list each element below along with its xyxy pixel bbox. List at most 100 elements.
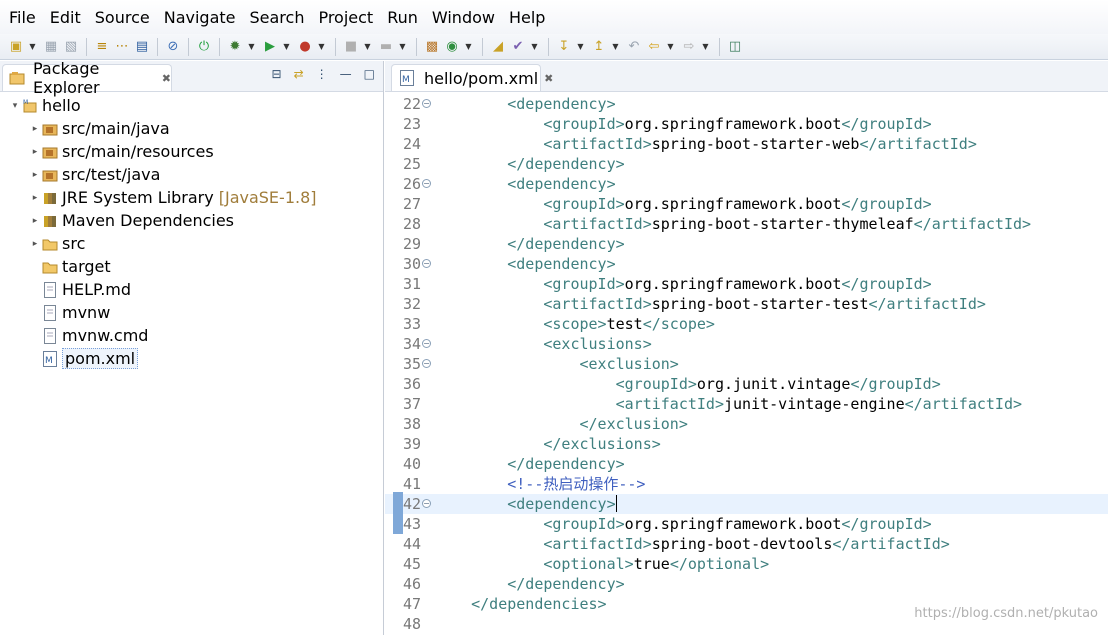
code-line: 31 <groupId>org.springframework.boot</gr… <box>385 274 1108 294</box>
menu-navigate[interactable]: Navigate <box>157 8 243 27</box>
open-task-icon[interactable]: ⋯ <box>114 39 130 55</box>
link-with-editor-icon[interactable]: ⇄ <box>294 67 304 81</box>
save-icon[interactable]: ▦ <box>43 39 59 55</box>
next-annotation-icon[interactable]: ↧ <box>556 39 572 55</box>
run-icon[interactable]: ▶ <box>262 39 278 55</box>
tree-item-label: mvnw <box>62 303 111 322</box>
line-number: 23 <box>402 115 421 133</box>
open-perspective-icon[interactable]: ◫ <box>727 39 743 55</box>
minimize-icon[interactable]: — <box>340 67 352 81</box>
search-icon[interactable]: ✔ <box>510 39 526 55</box>
package-explorer-panel: Package Explorer ✖ ⊟ ⇄ ⋮ — □ ▾ Mhello ▸ src… <box>0 59 384 635</box>
new-package-icon[interactable]: ▩ <box>424 39 440 55</box>
new-class-icon[interactable]: ◉ <box>444 39 460 55</box>
new-dropdown-icon[interactable]: ▼ <box>28 39 37 55</box>
run-dropdown-icon[interactable]: ▼ <box>282 39 291 55</box>
menu-file[interactable]: File <box>2 8 43 27</box>
line-number: 43 <box>402 515 421 533</box>
debug-dropdown-icon[interactable]: ▼ <box>247 39 256 55</box>
last-edit-icon[interactable]: ↶ <box>626 39 642 55</box>
library-icon <box>42 213 58 229</box>
external-tools-dropdown-icon[interactable]: ▼ <box>317 39 326 55</box>
menu-window[interactable]: Window <box>425 8 502 27</box>
previous-annotation-dropdown-icon[interactable]: ▼ <box>611 39 620 55</box>
fold-toggle-icon[interactable]: − <box>422 259 431 268</box>
menu-project[interactable]: Project <box>311 8 380 27</box>
open-type-icon[interactable]: ≡ <box>94 39 110 55</box>
new-icon[interactable]: ▣ <box>8 39 24 55</box>
editor-tab-pom[interactable]: M hello/pom.xml ✖ <box>391 64 553 91</box>
coverage-icon[interactable]: ▬ <box>378 39 394 55</box>
tree-item-src-main-resources[interactable]: ▸ src/main/resources <box>28 140 214 163</box>
code-line: 39 </exclusions> <box>385 434 1108 454</box>
tree-item-maven-dependencies[interactable]: ▸ Maven Dependencies <box>28 209 234 232</box>
next-annotation-dropdown-icon[interactable]: ▼ <box>576 39 585 55</box>
collapsed-arrow-icon[interactable]: ▸ <box>28 239 42 249</box>
collapse-all-icon[interactable]: ⊟ <box>272 67 282 81</box>
close-icon[interactable]: ✖ <box>544 72 553 85</box>
back-icon[interactable]: ⇦ <box>646 39 662 55</box>
fold-toggle-icon[interactable]: − <box>422 499 431 508</box>
collapsed-arrow-icon[interactable]: ▸ <box>28 124 42 134</box>
menu-run[interactable]: Run <box>380 8 425 27</box>
view-menu-icon[interactable]: ⋮ <box>316 67 328 81</box>
tree-item-src-main-java[interactable]: ▸ src/main/java <box>28 117 170 140</box>
line-number: 31 <box>402 275 421 293</box>
source-folder-icon <box>42 167 58 183</box>
menu-help[interactable]: Help <box>502 8 552 27</box>
tree-item-src[interactable]: ▸ src <box>28 232 86 255</box>
external-tools-icon[interactable]: ● <box>297 39 313 55</box>
file-icon <box>42 304 58 321</box>
code-line: 25 </dependency> <box>385 154 1108 174</box>
file-icon <box>42 281 58 298</box>
tree-item-src-test-java[interactable]: ▸ src/test/java <box>28 163 161 186</box>
tree-item-pom-xml[interactable]: Mpom.xml <box>28 347 139 370</box>
forward-dropdown-icon[interactable]: ▼ <box>701 39 710 55</box>
coverage-dropdown-icon[interactable]: ▼ <box>398 39 407 55</box>
code-text: </dependency> <box>507 575 625 593</box>
line-number: 32 <box>402 295 421 313</box>
tree-item-hello[interactable]: ▾ Mhello <box>8 94 81 117</box>
tree-item-mvnw-cmd[interactable]: mvnw.cmd <box>28 324 148 347</box>
terminate-icon[interactable]: ⏻ <box>196 39 212 55</box>
fold-toggle-icon[interactable]: − <box>422 339 431 348</box>
code-line: 23 <groupId>org.springframework.boot</gr… <box>385 114 1108 134</box>
stop-icon[interactable]: ■ <box>343 39 359 55</box>
tree-item-decoration: [JavaSE-1.8] <box>218 188 317 207</box>
tree-item-label: src/main/java <box>62 119 170 138</box>
back-dropdown-icon[interactable]: ▼ <box>666 39 675 55</box>
debug-icon[interactable]: ✹ <box>227 39 243 55</box>
tree-item-target[interactable]: target <box>28 255 111 278</box>
tree-item-mvnw[interactable]: mvnw <box>28 301 110 324</box>
fold-toggle-icon[interactable]: − <box>422 179 431 188</box>
fold-toggle-icon[interactable]: − <box>422 359 431 368</box>
menu-edit[interactable]: Edit <box>43 8 88 27</box>
tree-item-jre-system-library[interactable]: ▸ JRE System Library [JavaSE-1.8] <box>28 186 317 209</box>
menu-search[interactable]: Search <box>242 8 311 27</box>
tree-item-help-md[interactable]: HELP.md <box>28 278 131 301</box>
skip-breakpoints-icon[interactable]: ⊘ <box>165 39 181 55</box>
expanded-arrow-icon[interactable]: ▾ <box>8 101 22 111</box>
line-number: 25 <box>402 155 421 173</box>
stop-dropdown-icon[interactable]: ▼ <box>363 39 372 55</box>
collapsed-arrow-icon[interactable]: ▸ <box>28 147 42 157</box>
open-project-icon[interactable]: ◢ <box>490 39 506 55</box>
save-all-icon[interactable]: ▧ <box>63 39 79 55</box>
watermark: https://blog.csdn.net/pkutao <box>914 606 1098 621</box>
fold-toggle-icon[interactable]: − <box>422 99 431 108</box>
console-icon[interactable]: ▤ <box>134 39 150 55</box>
line-number: 39 <box>402 435 421 453</box>
collapsed-arrow-icon[interactable]: ▸ <box>28 170 42 180</box>
previous-annotation-icon[interactable]: ↥ <box>591 39 607 55</box>
new-class-dropdown-icon[interactable]: ▼ <box>464 39 473 55</box>
maximize-icon[interactable]: □ <box>364 67 375 81</box>
tree-item-label: pom.xml <box>62 348 139 369</box>
forward-icon[interactable]: ⇨ <box>681 39 697 55</box>
collapsed-arrow-icon[interactable]: ▸ <box>28 216 42 226</box>
close-icon[interactable]: ✖ <box>162 72 171 85</box>
line-number: 34 <box>402 335 421 353</box>
package-explorer-tab[interactable]: Package Explorer ✖ <box>2 59 172 97</box>
menu-source[interactable]: Source <box>88 8 157 27</box>
search-dropdown-icon[interactable]: ▼ <box>530 39 539 55</box>
collapsed-arrow-icon[interactable]: ▸ <box>28 193 42 203</box>
